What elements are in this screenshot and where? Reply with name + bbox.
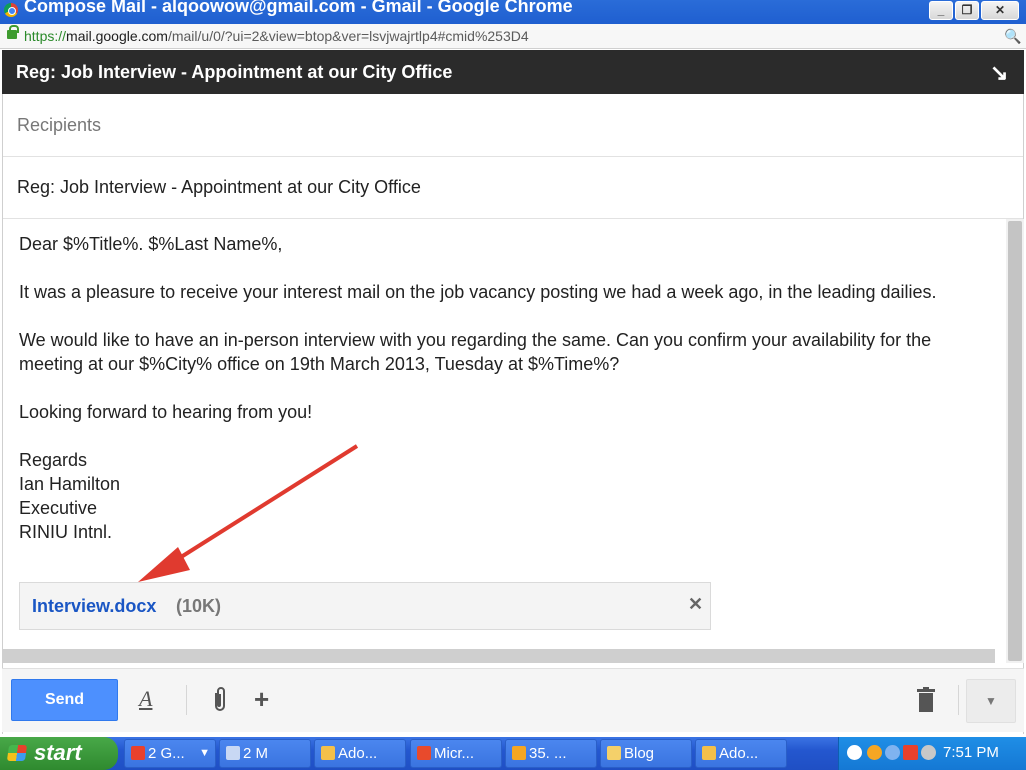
windows-flag-icon [6,745,28,761]
attachment-size: (10K) [176,596,222,616]
signature-name: Ian Hamilton [19,474,121,494]
taskbar-button-label: 2 G... [148,745,185,762]
body-paragraph-3: Looking forward to hearing from you! [19,402,313,422]
url-text[interactable]: https://mail.google.com/mail/u/0/?ui=2&v… [24,28,529,44]
start-label: start [34,740,82,765]
lock-icon [7,25,19,39]
restore-button[interactable]: ❐ [955,1,979,20]
system-tray: 7:51 PM [838,737,1026,770]
zoom-icon[interactable]: 🔍 [1004,28,1021,45]
body-paragraph-1: It was a pleasure to receive your intere… [19,282,937,302]
adobe-icon [321,746,335,760]
taskbar-button-label: Ado... [719,745,759,762]
toolbar-divider [958,685,959,715]
send-button[interactable]: Send [11,679,118,721]
trash-icon[interactable] [916,687,936,713]
tray-icon[interactable] [921,745,936,760]
adobe-icon [702,746,716,760]
pop-in-icon[interactable]: ↘ [990,60,1008,86]
compose-toolbar: Send A + ▼ [2,668,1024,732]
subject-field[interactable]: Reg: Job Interview - Appointment at our … [3,157,1023,219]
app-icon [512,746,526,760]
tray-icon[interactable] [847,745,862,760]
minimize-button[interactable]: _ [929,1,953,20]
vertical-scroll-thumb[interactable] [1008,221,1022,661]
taskbar-button[interactable]: 35. ... [505,739,597,768]
body-paragraph-2: We would like to have an in-person inter… [19,330,932,374]
horizontal-scrollbar[interactable] [3,649,995,663]
taskbar-button[interactable]: 2 G... ▼ [124,739,216,768]
start-button[interactable]: start [0,737,118,770]
attachment-filename[interactable]: Interview.docx [32,596,156,617]
tray-icon[interactable] [867,745,882,760]
chrome-icon [4,3,18,17]
recipients-field[interactable]: Recipients [3,94,1023,157]
url-scheme: https:// [24,28,67,44]
toolbar-divider [186,685,187,715]
more-options-button[interactable]: ▼ [966,679,1016,723]
body-greeting: Dear $%Title%. $%Last Name%, [19,234,283,254]
signature-company: RINIU Intnl. [19,522,113,542]
compose-header-subject: Reg: Job Interview - Appointment at our … [16,62,453,82]
vertical-scrollbar[interactable] [1006,219,1024,663]
office-icon [417,746,431,760]
subject-text: Reg: Job Interview - Appointment at our … [17,177,421,197]
remove-attachment-icon[interactable]: ✕ [688,594,703,615]
body-signoff: Regards [19,450,88,470]
taskbar-button-label: Ado... [338,745,378,762]
url-path: /mail/u/0/?ui=2&view=btop&ver=lsvjwajrtl… [167,28,529,44]
taskbar-button[interactable]: Ado... [695,739,787,768]
folder-icon [607,746,621,760]
compose-header: Reg: Job Interview - Appointment at our … [2,50,1024,94]
taskbar-button-label: 2 M [243,745,269,762]
url-host: mail.google.com [66,28,168,44]
address-bar[interactable]: https://mail.google.com/mail/u/0/?ui=2&v… [0,24,1026,49]
close-window-button[interactable]: ✕ [981,1,1019,20]
taskbar-button[interactable]: Ado... [314,739,406,768]
taskbar-button-label: 35. ... [529,745,567,762]
tray-icon[interactable] [885,745,900,760]
group-dropdown-icon[interactable]: ▼ [199,740,210,767]
recipients-placeholder: Recipients [17,115,102,135]
window-icon [226,746,240,760]
taskbar-button[interactable]: 2 M [219,739,311,768]
formatting-options-icon[interactable]: A [139,686,152,712]
taskbar-button-label: Blog [624,745,655,762]
window-title-bar: Compose Mail - alqoowow@gmail.com - Gmai… [0,0,1026,24]
attachment-chip[interactable]: Interview.docx (10K) ✕ [19,582,711,630]
tray-icon[interactable] [903,745,918,760]
insert-plus-icon[interactable]: + [254,684,269,715]
taskbar-button[interactable]: Blog [600,739,692,768]
taskbar-button[interactable]: Micr... [410,739,502,768]
taskbar-clock[interactable]: 7:51 PM [943,744,999,761]
chrome-icon [131,746,145,760]
signature-title: Executive [19,498,98,518]
taskbar-button-label: Micr... [434,745,474,762]
paperclip-icon[interactable] [210,687,230,713]
window-title: Compose Mail - alqoowow@gmail.com - Gmai… [24,0,573,16]
taskbar: start 2 G... ▼ 2 M Ado... Micr... 35. ... Blog… [0,737,1026,770]
message-body[interactable]: Dear $%Title%. $%Last Name%, It was a pl… [19,232,999,544]
